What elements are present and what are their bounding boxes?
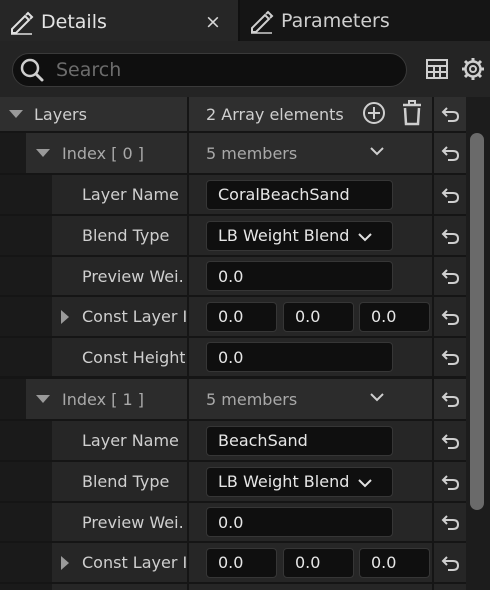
tab-details[interactable]: Details × xyxy=(0,0,238,41)
property-label: Layer Name xyxy=(82,185,179,204)
tab-details-label: Details xyxy=(41,10,107,33)
chevron-down-icon xyxy=(357,477,373,489)
property-label: Blend Type xyxy=(82,226,170,245)
category-label: Layers xyxy=(34,104,87,124)
add-element-icon[interactable] xyxy=(362,101,386,129)
layer-name-field[interactable]: CoralBeachSand xyxy=(206,179,393,210)
blend-type-dropdown[interactable]: LB Weight Blend xyxy=(206,220,393,251)
reset-icon[interactable] xyxy=(434,503,466,541)
reset-icon[interactable] xyxy=(434,216,466,255)
reset-icon[interactable] xyxy=(434,133,466,173)
settings-gear-icon[interactable] xyxy=(460,56,486,82)
expand-arrow-icon[interactable] xyxy=(36,395,50,403)
property-row-layer-name: Layer Name BeachSand xyxy=(0,421,466,460)
layer-name-field[interactable]: BeachSand xyxy=(206,425,393,456)
preview-weight-field[interactable]: 0.0 xyxy=(206,261,393,291)
property-row-layer-name: Layer Name CoralBeachSand xyxy=(0,175,466,214)
property-label: Preview Wei… xyxy=(82,266,182,286)
preview-weight-field[interactable]: 0.0 xyxy=(206,507,393,537)
expand-arrow-icon[interactable] xyxy=(61,309,69,324)
dropdown-value: LB Weight Blend xyxy=(218,226,350,245)
property-label: Layer Name xyxy=(82,431,179,450)
close-icon[interactable]: × xyxy=(203,12,223,32)
tab-parameters[interactable]: Parameters xyxy=(240,0,490,41)
category-row-layers[interactable]: Layers 2 Array elements xyxy=(0,97,466,131)
tab-bar: Details × Parameters xyxy=(0,0,490,41)
reset-icon[interactable] xyxy=(434,297,466,336)
members-count: 5 members xyxy=(206,143,298,163)
property-label: Blend Type xyxy=(82,472,170,491)
const-layer-y-field[interactable]: 0.0 xyxy=(283,301,354,332)
table-view-icon[interactable] xyxy=(424,56,450,82)
const-layer-z-field[interactable]: 0.0 xyxy=(359,547,430,578)
reset-icon[interactable] xyxy=(434,421,466,460)
property-row-partial xyxy=(0,584,466,590)
array-element-row-0[interactable]: Index [ 0 ] 5 members xyxy=(0,133,466,173)
property-row-blend-type: Blend Type LB Weight Blend xyxy=(0,216,466,255)
property-grid: Layers 2 Array elements Index [ 0 ] 5 me… xyxy=(0,97,490,590)
chevron-down-icon xyxy=(357,231,373,243)
reset-icon[interactable] xyxy=(434,338,466,376)
reset-icon[interactable] xyxy=(434,257,466,295)
blend-type-dropdown[interactable]: LB Weight Blend xyxy=(206,466,393,497)
property-label: Const Layer I… xyxy=(82,553,187,572)
index-label: Index [ 1 ] xyxy=(62,389,144,409)
array-element-row-1[interactable]: Index [ 1 ] 5 members xyxy=(0,379,466,419)
reset-icon[interactable] xyxy=(434,379,466,419)
reset-icon[interactable] xyxy=(434,175,466,214)
expand-arrow-icon[interactable] xyxy=(61,555,69,570)
property-row-const-layer: Const Layer I… 0.0 0.0 0.0 xyxy=(0,297,466,336)
const-height-field[interactable]: 0.0 xyxy=(206,342,393,372)
property-label: Const Height… xyxy=(82,347,185,367)
array-count: 2 Array elements xyxy=(206,104,344,124)
members-count: 5 members xyxy=(206,389,298,409)
chevron-down-icon[interactable] xyxy=(369,145,385,157)
property-row-const-layer: Const Layer I… 0.0 0.0 0.0 xyxy=(0,543,466,582)
search-box[interactable] xyxy=(12,53,407,87)
pencil-icon xyxy=(7,8,35,36)
pencil-icon xyxy=(247,7,275,35)
const-layer-x-field[interactable]: 0.0 xyxy=(206,301,277,332)
trash-icon[interactable] xyxy=(401,100,423,130)
property-row-blend-type: Blend Type LB Weight Blend xyxy=(0,462,466,501)
search-input[interactable] xyxy=(56,59,386,81)
property-row-preview-weight: Preview Wei… 0.0 xyxy=(0,257,466,295)
chevron-down-icon[interactable] xyxy=(369,391,385,403)
scrollbar-thumb[interactable] xyxy=(470,133,484,510)
const-layer-z-field[interactable]: 0.0 xyxy=(359,301,430,332)
index-label: Index [ 0 ] xyxy=(62,143,144,163)
property-row-preview-weight: Preview Wei… 0.0 xyxy=(0,503,466,541)
dropdown-value: LB Weight Blend xyxy=(218,472,350,491)
toolbar xyxy=(0,41,490,97)
reset-icon[interactable] xyxy=(434,462,466,501)
const-layer-y-field[interactable]: 0.0 xyxy=(283,547,354,578)
const-layer-x-field[interactable]: 0.0 xyxy=(206,547,277,578)
tab-parameters-label: Parameters xyxy=(281,9,390,32)
reset-icon[interactable] xyxy=(434,543,466,582)
expand-arrow-icon[interactable] xyxy=(9,110,23,118)
expand-arrow-icon[interactable] xyxy=(36,149,50,157)
property-label: Const Layer I… xyxy=(82,307,187,326)
search-icon xyxy=(17,55,47,85)
reset-icon[interactable] xyxy=(434,97,466,131)
property-label: Preview Wei… xyxy=(82,512,182,532)
property-row-const-height: Const Height… 0.0 xyxy=(0,338,466,376)
